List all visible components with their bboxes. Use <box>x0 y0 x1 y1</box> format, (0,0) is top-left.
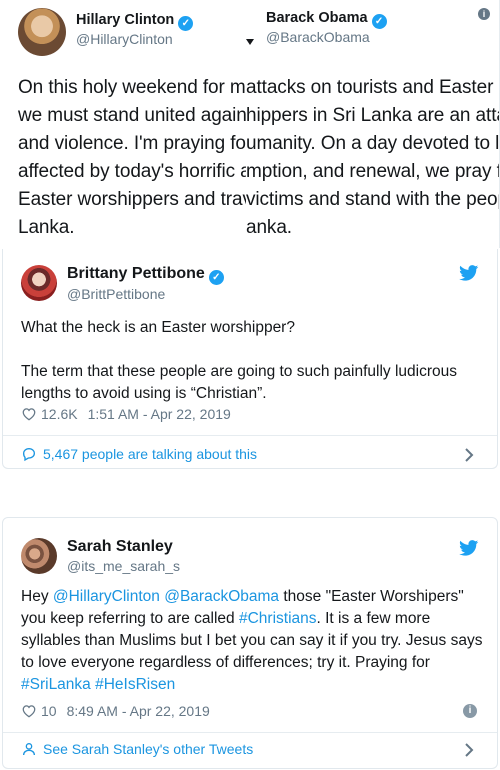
info-icon[interactable]: i <box>463 704 477 718</box>
heart-icon[interactable] <box>21 704 37 718</box>
like-count[interactable]: 12.6K <box>41 406 78 422</box>
tweet-timestamp[interactable]: 1:51 AM - Apr 22, 2019 <box>88 406 231 422</box>
info-icon[interactable]: i <box>478 8 490 20</box>
obama-handle[interactable]: @BarackObama <box>266 29 370 45</box>
pettibone-name[interactable]: Brittany Pettibone ✓ <box>67 265 224 285</box>
hillary-tweet-text: On this holy weekend for ma we must stan… <box>18 77 246 238</box>
hillary-handle[interactable]: @HillaryClinton <box>76 31 173 47</box>
chevron-right-icon[interactable] <box>463 743 475 757</box>
twitter-bird-icon[interactable] <box>459 265 479 281</box>
hillary-name[interactable]: Hillary Clinton ✓ <box>76 12 194 31</box>
screenshot-composite: Hillary Clinton ✓ @HillaryClinton On this… <box>0 0 500 248</box>
stanley-meta: 10 8:49 AM - Apr 22, 2019 <box>21 703 210 719</box>
obama-tweet-crop: Barack Obama ✓ @BarackObama i attacks on … <box>246 0 500 248</box>
hashtag-link[interactable]: #SriLanka <box>21 676 91 693</box>
pettibone-tweet-text: What the heck is an Easter worshipper? T… <box>21 319 457 402</box>
divider <box>3 732 497 733</box>
obama-name[interactable]: Barack Obama ✓ <box>266 10 387 29</box>
mention-link[interactable]: @BarackObama <box>164 588 279 605</box>
hillary-tweet-crop: Hillary Clinton ✓ @HillaryClinton On this… <box>0 0 246 248</box>
stanley-handle[interactable]: @its_me_sarah_s <box>67 558 180 574</box>
heart-icon[interactable] <box>21 407 37 421</box>
tweet-card-pettibone[interactable]: Brittany Pettibone ✓ @BrittPettibone What… <box>2 249 498 469</box>
pettibone-meta: 12.6K 1:51 AM - Apr 22, 2019 <box>21 406 231 422</box>
pettibone-avatar[interactable] <box>21 265 57 301</box>
stanley-name[interactable]: Sarah Stanley <box>67 538 173 556</box>
stanley-avatar[interactable] <box>21 538 57 574</box>
verified-badge-icon: ✓ <box>208 270 224 285</box>
tweet-timestamp[interactable]: 8:49 AM - Apr 22, 2019 <box>67 703 210 719</box>
conversation-link[interactable]: 5,467 people are talking about this <box>21 446 257 462</box>
chevron-down-icon <box>246 39 254 45</box>
divider <box>3 435 497 436</box>
verified-badge-icon: ✓ <box>178 16 194 31</box>
person-icon <box>23 743 35 756</box>
chevron-right-icon[interactable] <box>463 448 475 462</box>
pettibone-handle[interactable]: @BrittPettibone <box>67 286 165 302</box>
twitter-bird-icon[interactable] <box>459 540 479 556</box>
obama-tweet-text: attacks on tourists and Easter hippers i… <box>246 77 500 238</box>
comment-icon <box>22 447 36 462</box>
hashtag-link[interactable]: #HeIsRisen <box>95 676 175 693</box>
other-tweets-link[interactable]: See Sarah Stanley's other Tweets <box>21 741 253 757</box>
mention-link[interactable]: @HillaryClinton <box>53 588 160 605</box>
verified-badge-icon: ✓ <box>371 14 387 29</box>
hashtag-link[interactable]: #Christians <box>239 610 317 627</box>
tweet-card-stanley[interactable]: Sarah Stanley @its_me_sarah_s Hey @Hilla… <box>2 517 498 769</box>
hillary-avatar[interactable] <box>18 8 66 56</box>
stanley-tweet-text: Hey @HillaryClinton @BarackObama those "… <box>21 588 483 693</box>
like-count[interactable]: 10 <box>41 703 57 719</box>
